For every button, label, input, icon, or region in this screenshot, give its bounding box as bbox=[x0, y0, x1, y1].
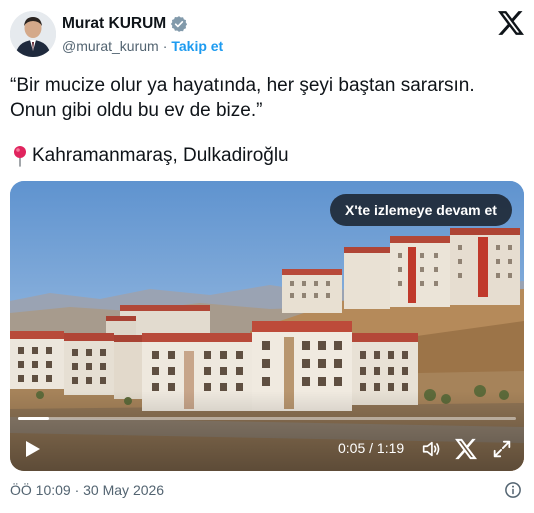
author-handle-row: @murat_kurum · Takip et bbox=[62, 37, 223, 55]
fullscreen-icon[interactable] bbox=[491, 438, 513, 460]
avatar-image bbox=[10, 11, 56, 57]
video-progress-fill bbox=[18, 417, 50, 420]
tweet-timestamp[interactable]: ÖÖ 10:09 · 30 May 2026 bbox=[10, 482, 164, 498]
tweet-text: “Bir mucize olur ya hayatında, her şeyi … bbox=[10, 73, 520, 123]
x-brand-icon[interactable] bbox=[455, 438, 477, 460]
tweet-text-line-2: Onun gibi oldu bu ev de bize.” bbox=[10, 100, 263, 121]
video-time-display: 0:05 / 1:19 bbox=[338, 440, 405, 456]
embedded-tweet-card: Murat KURUM @murat_kurum · Takip et “Bir… bbox=[0, 0, 534, 513]
volume-icon[interactable] bbox=[420, 438, 442, 460]
play-icon[interactable] bbox=[22, 439, 42, 459]
video-controls-overlay bbox=[10, 391, 524, 471]
follow-button[interactable]: Takip et bbox=[171, 38, 223, 54]
avatar[interactable] bbox=[10, 11, 56, 57]
video-player[interactable]: X'te izlemeye devam et 0:05 / 1:19 bbox=[10, 181, 524, 471]
location-line: Kahramanmaraş, Dulkadiroğlu bbox=[12, 145, 289, 167]
tweet-text-line-1: “Bir mucize olur ya hayatında, her şeyi … bbox=[10, 75, 475, 96]
author-display-name[interactable]: Murat KURUM bbox=[62, 15, 166, 33]
info-icon[interactable] bbox=[504, 481, 522, 499]
video-progress-bar[interactable] bbox=[18, 417, 516, 420]
author-name-row[interactable]: Murat KURUM bbox=[62, 14, 188, 34]
separator-dot: · bbox=[162, 38, 168, 54]
location-text: Kahramanmaraş, Dulkadiroğlu bbox=[32, 145, 289, 166]
verified-badge-icon bbox=[170, 15, 188, 33]
author-handle[interactable]: @murat_kurum bbox=[62, 38, 159, 54]
x-logo-icon[interactable] bbox=[498, 11, 524, 35]
pin-icon bbox=[12, 145, 28, 167]
continue-watching-on-x-button[interactable]: X'te izlemeye devam et bbox=[330, 194, 512, 226]
